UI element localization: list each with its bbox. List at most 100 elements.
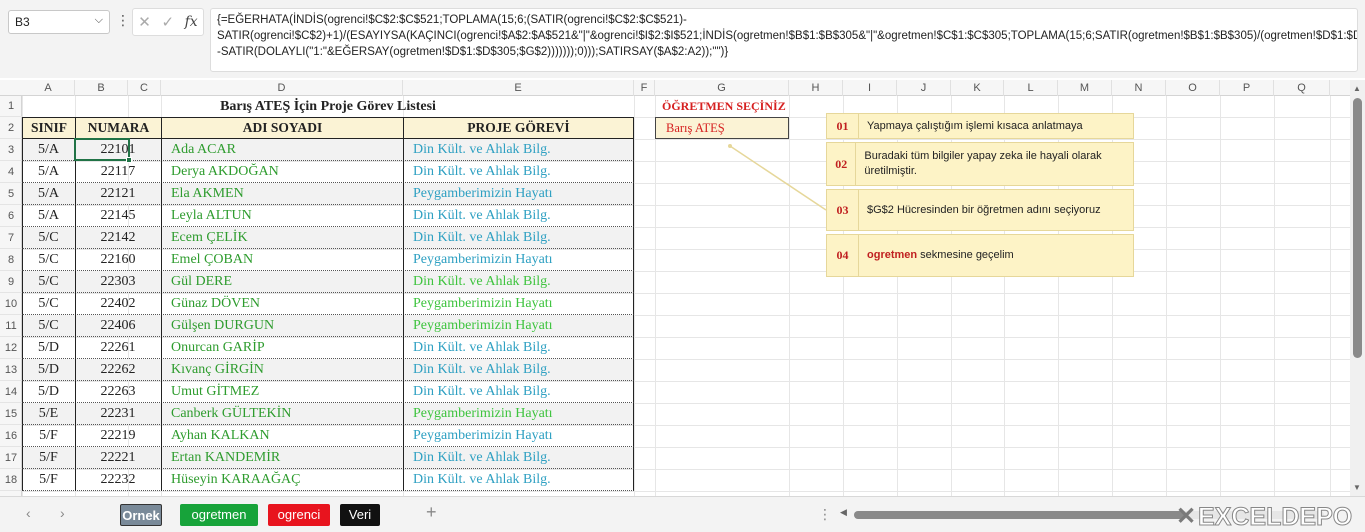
cell-proje-gorevi[interactable]: Peygamberimizin Hayatı [403,425,634,447]
cell-proje-gorevi[interactable]: Peygamberimizin Hayatı [403,249,634,271]
cell-numara[interactable]: 22402 [75,293,162,315]
tab-ogrenci[interactable]: ogrenci [268,504,330,526]
cell-sinif[interactable]: 5/E [22,403,76,425]
header-proje-gorevi[interactable]: PROJE GÖREVİ [403,117,634,139]
cell-proje-gorevi[interactable]: Din Kült. ve Ahlak Bilg. [403,337,634,359]
cell-numara[interactable]: 22406 [75,315,162,337]
cell-numara[interactable]: 22160 [75,249,162,271]
insert-function-icon[interactable]: fx [185,14,198,30]
scroll-down-icon[interactable]: ▼ [1353,483,1361,492]
row-header-1[interactable]: 1 [0,96,22,117]
column-header-p[interactable]: P [1220,80,1274,96]
cell-sinif[interactable]: 5/A [22,205,76,227]
cell-adi-soyadi[interactable]: Canberk GÜLTEKİN [161,403,404,425]
cell-adi-soyadi[interactable]: Umut GİTMEZ [161,381,404,403]
row-header-13[interactable]: 13 [0,359,22,381]
confirm-icon[interactable]: ✓ [161,13,174,31]
cell-numara[interactable]: 22142 [75,227,162,249]
tab-ogretmen[interactable]: ogretmen [180,504,258,526]
chevron-down-icon[interactable]: ⌵ [95,14,103,27]
row-header-3[interactable]: 3 [0,139,22,161]
vertical-scroll-thumb[interactable] [1353,98,1362,358]
cell-proje-gorevi[interactable]: Din Kült. ve Ahlak Bilg. [403,447,634,469]
column-header-i[interactable]: I [843,80,897,96]
column-header-m[interactable]: M [1058,80,1112,96]
cell-sinif[interactable]: 5/C [22,293,76,315]
cell-proje-gorevi[interactable]: Din Kült. ve Ahlak Bilg. [403,161,634,183]
cell-numara[interactable]: 22145 [75,205,162,227]
cell-adi-soyadi[interactable]: Emel ÇOBAN [161,249,404,271]
row-header-16[interactable]: 16 [0,425,22,447]
cell-numara[interactable]: 22261 [75,337,162,359]
column-header-q[interactable]: Q [1274,80,1330,96]
cell-adi-soyadi[interactable]: Günaz DÖVEN [161,293,404,315]
cell-sinif[interactable]: 5/A [22,183,76,205]
cell-numara[interactable]: 22232 [75,469,162,491]
cell-sinif[interactable]: 5/A [22,139,76,161]
vertical-scrollbar[interactable]: ▲ ▼ [1350,80,1365,496]
cell-sinif[interactable]: 5/F [22,425,76,447]
cell-proje-gorevi[interactable]: Din Kült. ve Ahlak Bilg. [403,381,634,403]
fill-handle[interactable] [126,157,132,163]
cell-adi-soyadi[interactable]: Leyla ALTUN [161,205,404,227]
cell-proje-gorevi[interactable]: Peygamberimizin Hayatı [403,293,634,315]
header-adi-soyadi[interactable]: ADI SOYADI [161,117,404,139]
column-header-e[interactable]: E [403,80,634,96]
cell-sinif[interactable]: 5/A [22,161,76,183]
header-numara[interactable]: NUMARA [75,117,162,139]
column-header-h[interactable]: H [789,80,843,96]
row-header-15[interactable]: 15 [0,403,22,425]
cell-sinif[interactable]: 5/D [22,381,76,403]
cell-adi-soyadi[interactable]: Gül DERE [161,271,404,293]
cell-numara[interactable]: 22262 [75,359,162,381]
cell-sinif[interactable]: 5/C [22,227,76,249]
cell-adi-soyadi[interactable]: Ela AKMEN [161,183,404,205]
cell-adi-soyadi[interactable]: Ertan KANDEMİR [161,447,404,469]
row-header-2[interactable]: 2 [0,117,22,139]
header-sinif[interactable]: SINIF [22,117,76,139]
cell-numara[interactable]: 22231 [75,403,162,425]
cell-proje-gorevi[interactable]: Peygamberimizin Hayatı [403,315,634,337]
cell-sinif[interactable]: 5/F [22,469,76,491]
column-header-j[interactable]: J [897,80,951,96]
cell-adi-soyadi[interactable]: Onurcan GARİP [161,337,404,359]
tab-veri[interactable]: Veri [340,504,380,526]
name-box[interactable]: B3 ⌵ [8,10,110,34]
cell-sinif[interactable]: 5/F [22,447,76,469]
cell-adi-soyadi[interactable]: Kıvanç GİRGİN [161,359,404,381]
column-header-c[interactable]: C [128,80,161,96]
tab-splitter-icon[interactable]: ⋮ [818,506,832,523]
cell-adi-soyadi[interactable]: Ecem ÇELİK [161,227,404,249]
row-header-5[interactable]: 5 [0,183,22,205]
row-header-9[interactable]: 9 [0,271,22,293]
cell-numara[interactable]: 22221 [75,447,162,469]
column-header-o[interactable]: O [1166,80,1220,96]
scroll-up-icon[interactable]: ▲ [1353,84,1361,93]
cell-proje-gorevi[interactable]: Din Kült. ve Ahlak Bilg. [403,139,634,161]
cancel-icon[interactable]: ✕ [138,13,151,31]
cell-proje-gorevi[interactable]: Din Kült. ve Ahlak Bilg. [403,227,634,249]
cell-sinif[interactable]: 5/C [22,315,76,337]
more-options-icon[interactable]: ⋮ [116,12,130,29]
column-header-g[interactable]: G [655,80,789,96]
cell-sinif[interactable]: 5/D [22,359,76,381]
cell-numara[interactable]: 22117 [75,161,162,183]
column-header-d[interactable]: D [161,80,403,96]
horizontal-scroll-thumb[interactable] [854,511,1184,519]
cell-proje-gorevi[interactable]: Din Kült. ve Ahlak Bilg. [403,205,634,227]
cell-adi-soyadi[interactable]: Gülşen DURGUN [161,315,404,337]
cell-proje-gorevi[interactable]: Din Kült. ve Ahlak Bilg. [403,271,634,293]
cell-numara[interactable]: 22219 [75,425,162,447]
cell-sinif[interactable]: 5/C [22,249,76,271]
cell-adi-soyadi[interactable]: Hüseyin KARAAĞAÇ [161,469,404,491]
row-header-8[interactable]: 8 [0,249,22,271]
row-header-18[interactable]: 18 [0,469,22,491]
cell-proje-gorevi[interactable]: Peygamberimizin Hayatı [403,403,634,425]
cell-proje-gorevi[interactable]: Peygamberimizin Hayatı [403,183,634,205]
formula-input[interactable]: {=EĞERHATA(İNDİS(ogrenci!$C$2:$C$521;TOP… [210,8,1358,72]
add-sheet-icon[interactable]: + [426,502,437,523]
scroll-left-icon[interactable]: ◀ [840,507,847,518]
teacher-select-cell[interactable]: Barış ATEŞ [655,117,789,139]
column-header-l[interactable]: L [1004,80,1058,96]
column-header-a[interactable]: A [22,80,75,96]
